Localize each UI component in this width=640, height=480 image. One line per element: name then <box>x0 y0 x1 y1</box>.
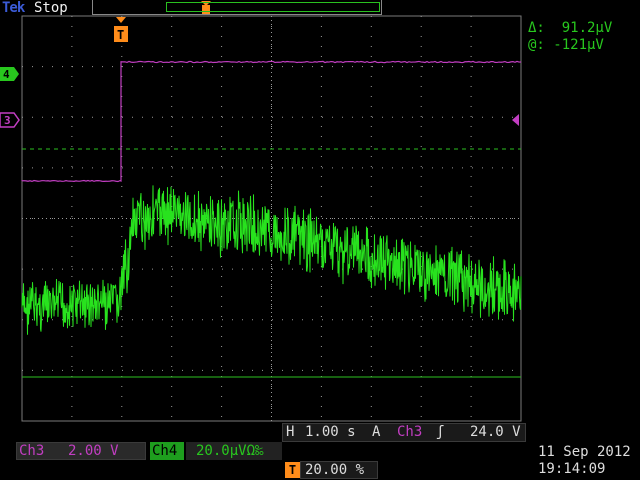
trigger-pointer-icon <box>116 17 126 23</box>
trigger-position-icon: T <box>285 462 300 478</box>
horizontal-label: H <box>286 424 294 440</box>
ch3-waveform <box>22 61 521 181</box>
trigger-level: 24.0 V <box>470 424 521 440</box>
date-readout: 11 Sep 2012 <box>538 444 631 460</box>
trigger-position-value: 20.00 % <box>305 462 364 478</box>
trigger-mode: A <box>372 424 380 440</box>
ch4-label: Ch4 <box>152 443 177 459</box>
rising-edge-icon: ʃ <box>436 424 444 440</box>
cursor-position-readout: @: -121µV <box>528 37 604 53</box>
waveform-display: 4 3 T <box>0 0 640 480</box>
record-view-window[interactable] <box>166 2 380 12</box>
trigger-level-arrow-icon <box>512 114 519 126</box>
cursor-delta-readout: Δ: 91.2µV <box>528 20 612 36</box>
ch3-label: Ch3 <box>19 443 44 459</box>
trigger-source: Ch3 <box>397 424 422 440</box>
ch4-scale: 20.0µVΩ‰ <box>196 443 263 459</box>
ch3-marker-label: 3 <box>4 114 11 127</box>
horizontal-scale: 1.00 s <box>305 424 356 440</box>
trigger-marker-label: T <box>117 28 124 42</box>
channel-markers: 4 3 T <box>0 1 519 127</box>
reference-lines <box>22 149 521 377</box>
ch3-scale: 2.00 V <box>68 443 119 459</box>
run-status[interactable]: Stop <box>34 0 68 16</box>
graticule <box>22 16 521 421</box>
time-readout: 19:14:09 <box>538 461 605 477</box>
ch4-marker-label: 4 <box>3 68 10 81</box>
brand-logo: Tek <box>2 0 24 16</box>
